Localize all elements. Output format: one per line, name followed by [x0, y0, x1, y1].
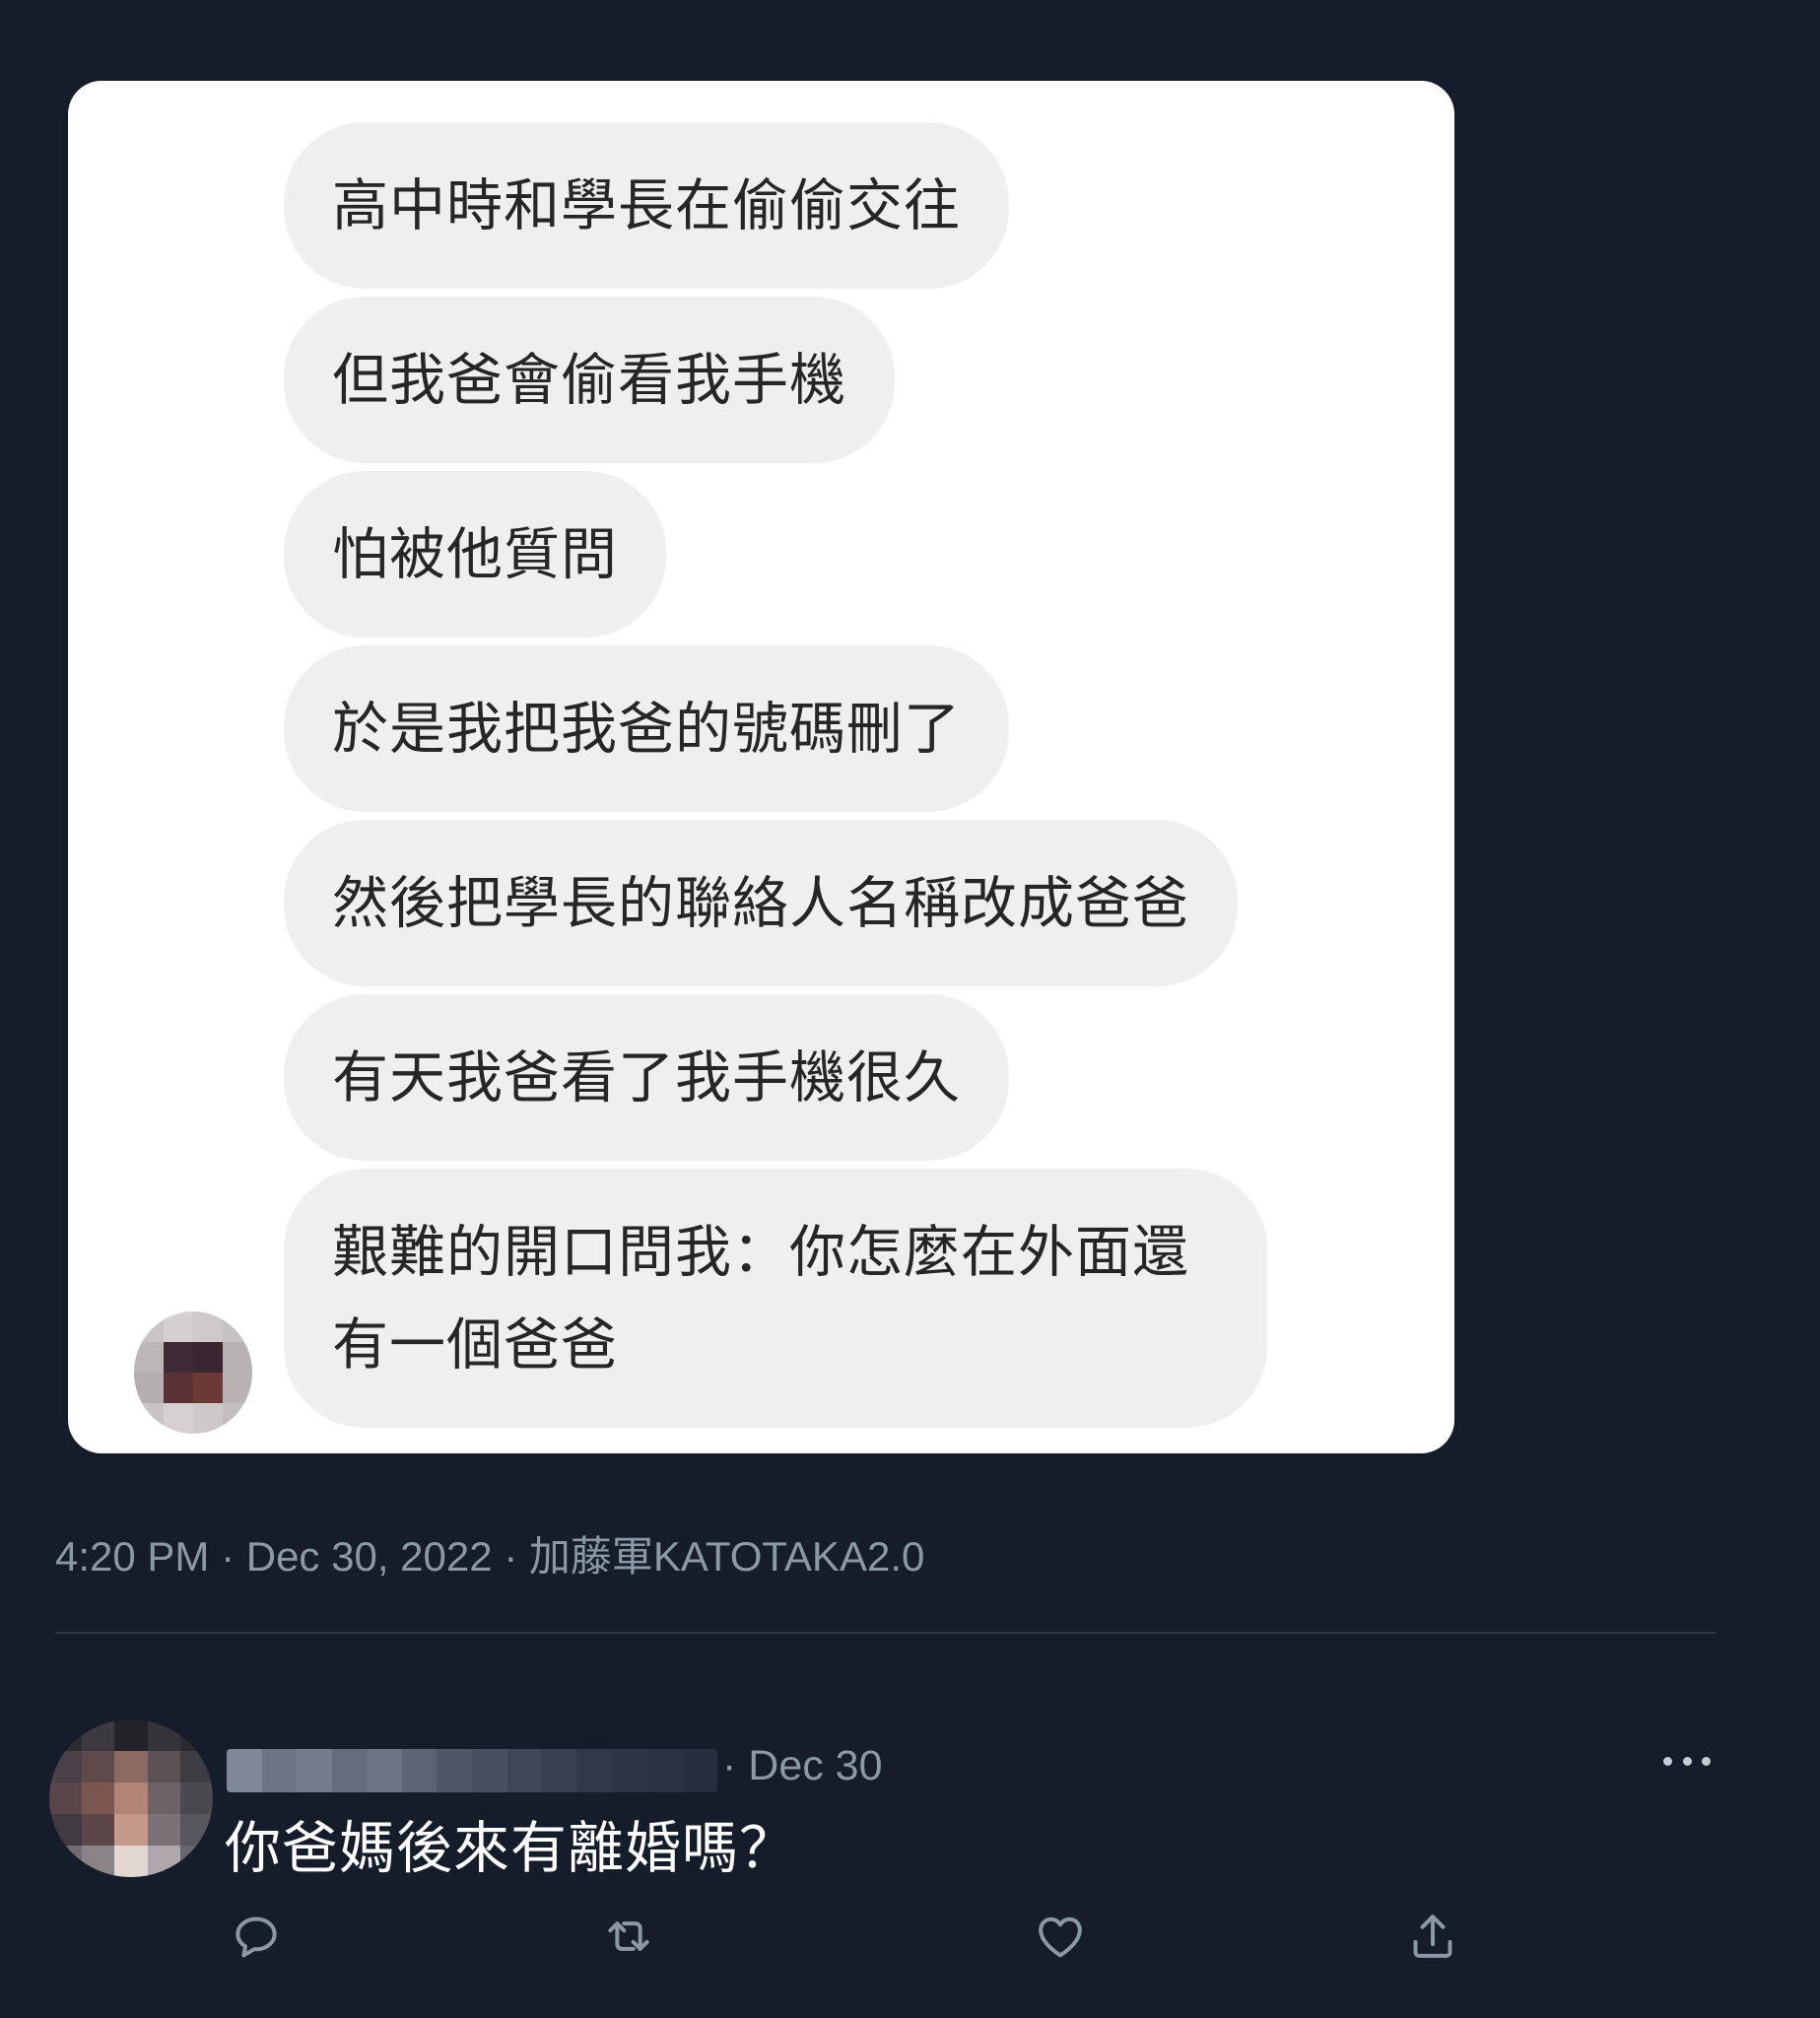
- chat-screenshot-image[interactable]: 高中時和學長在偷偷交往 但我爸會偷看我手機 怕被他質問 於是我把我爸的號碼刪了 …: [68, 81, 1454, 1453]
- more-options-icon[interactable]: [1663, 1746, 1711, 1776]
- retweet-icon[interactable]: [601, 1909, 656, 1964]
- message-bubble: 高中時和學長在偷偷交往: [284, 122, 1009, 289]
- message-bubble: 然後把學長的聯絡人名稱改成爸爸: [284, 820, 1238, 986]
- tweet-timestamp[interactable]: 4:20 PM · Dec 30, 2022 · 加藤軍KATOTAKA2.0: [55, 1523, 924, 1583]
- reply-text: 你爸媽後來有離婚嗎？: [225, 1816, 796, 1881]
- message-text: 於是我把我爸的號碼刪了: [332, 696, 961, 762]
- reply-avatar-pixelated[interactable]: [49, 1719, 213, 1877]
- divider: [55, 1632, 1716, 1634]
- message-text: 高中時和學長在偷偷交往: [332, 172, 961, 238]
- share-icon[interactable]: [1405, 1909, 1460, 1964]
- message-text: 怕被他質問: [332, 521, 618, 587]
- message-bubble: 有天我爸看了我手機很久: [284, 994, 1009, 1161]
- message-text: 但我爸會偷看我手機: [332, 347, 846, 413]
- message-bubble: 艱難的開口問我：你怎麼在外面還有一個爸爸: [284, 1169, 1267, 1428]
- message-bubble: 於是我把我爸的號碼刪了: [284, 645, 1009, 812]
- sender-avatar-pixelated: [134, 1312, 252, 1434]
- reply-username-redacted[interactable]: [227, 1749, 717, 1792]
- message-text: 然後把學長的聯絡人名稱改成爸爸: [332, 870, 1189, 936]
- reply-date[interactable]: · Dec 30: [722, 1742, 883, 1790]
- message-bubble: 但我爸會偷看我手機: [284, 297, 895, 463]
- reply-icon[interactable]: [229, 1909, 284, 1964]
- message-bubble: 怕被他質問: [284, 471, 666, 638]
- like-icon[interactable]: [1033, 1909, 1088, 1964]
- message-text: 有天我爸看了我手機很久: [332, 1044, 961, 1110]
- message-text: 艱難的開口問我：你怎麼在外面還有一個爸爸: [332, 1219, 1189, 1378]
